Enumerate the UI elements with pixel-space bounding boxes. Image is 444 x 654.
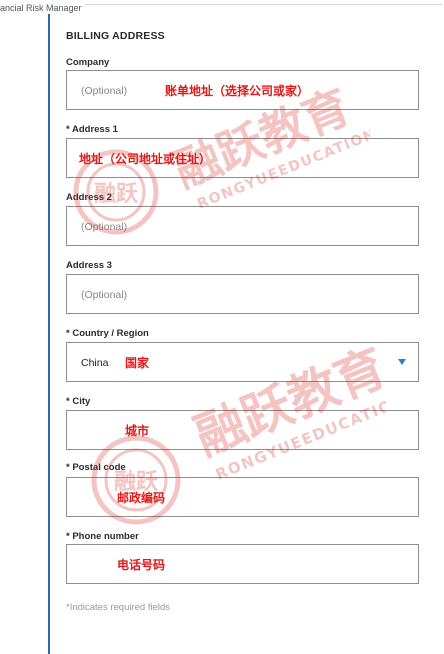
country-value: China (81, 357, 109, 369)
address3-label: Address 3 (66, 260, 112, 271)
section-title: BILLING ADDRESS (66, 30, 165, 42)
company-placeholder: (Optional) (81, 85, 128, 97)
city-label: * City (66, 396, 91, 407)
country-label: * Country / Region (66, 328, 149, 339)
address1-annotation: 地址（公司地址或住址） (79, 152, 212, 166)
address2-input[interactable]: (Optional) (66, 206, 419, 246)
address3-placeholder: (Optional) (81, 289, 128, 301)
address3-input[interactable]: (Optional) (66, 274, 419, 314)
address2-label: Address 2 (66, 192, 112, 203)
postal-input[interactable]: 邮政编码 (66, 477, 419, 517)
city-annotation: 城市 (125, 424, 150, 438)
required-note: *Indicates required fields (66, 602, 171, 613)
address1-input[interactable]: 地址（公司地址或住址） (66, 138, 419, 178)
country-annotation: 国家 (125, 356, 150, 370)
postal-label: * Postal code (66, 462, 126, 473)
phone-label: * Phone number (66, 531, 139, 542)
address2-placeholder: (Optional) (81, 221, 128, 233)
phone-input[interactable]: 电话号码 (66, 544, 419, 584)
address1-label: * Address 1 (66, 124, 118, 135)
city-input[interactable]: 城市 (66, 410, 419, 450)
phone-annotation: 电话号码 (117, 558, 166, 572)
country-select[interactable]: China 国家 (66, 342, 419, 382)
company-label: Company (66, 57, 110, 68)
fieldset-legend: ancial Risk Manager (0, 3, 85, 13)
chevron-down-icon[interactable] (398, 359, 406, 365)
company-input[interactable]: (Optional) 账单地址（选择公司或家） (66, 70, 419, 110)
company-annotation: 账单地址（选择公司或家） (165, 84, 310, 98)
postal-annotation: 邮政编码 (117, 491, 166, 505)
